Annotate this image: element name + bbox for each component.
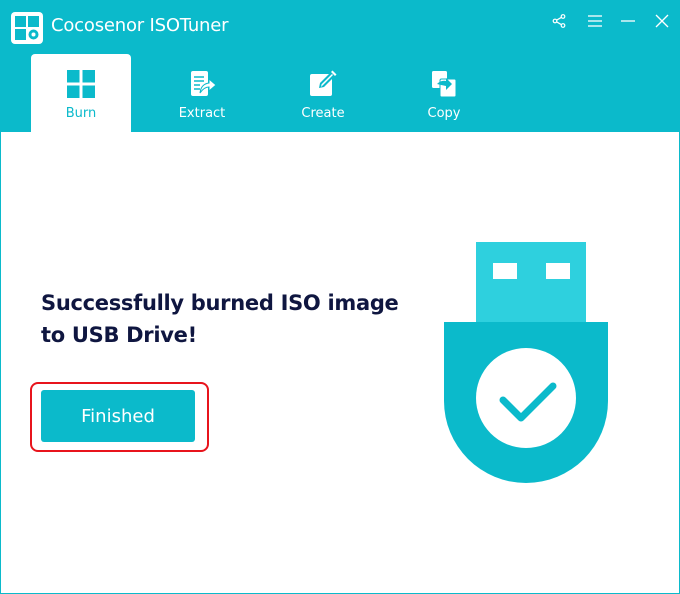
- copy-icon: [432, 71, 457, 98]
- app-title: Cocosenor ISOTuner: [51, 15, 229, 36]
- app-window: Cocosenor ISOTuner Burn Extract Create C…: [0, 0, 680, 594]
- success-message: Successfully burned ISO image to USB Dri…: [41, 287, 421, 351]
- success-message-line2: to USB Drive!: [41, 323, 197, 347]
- tab-label: Burn: [65, 106, 97, 121]
- tab-label: Create: [301, 106, 345, 121]
- extract-icon: [191, 71, 217, 96]
- tab-burn[interactable]: Burn: [31, 54, 131, 132]
- app-logo-icon: [11, 12, 43, 44]
- tab-label: Copy: [427, 106, 461, 121]
- tab-label: Extract: [178, 106, 226, 121]
- menu-button[interactable]: [581, 9, 609, 33]
- minimize-button[interactable]: [614, 9, 642, 33]
- tab-create[interactable]: Create: [273, 54, 373, 132]
- usb-connector: [476, 242, 586, 322]
- usb-success-icon: [444, 242, 608, 483]
- menu-icon: [588, 15, 602, 27]
- edit-icon: [310, 70, 337, 96]
- success-message-line1: Successfully burned ISO image: [41, 291, 399, 315]
- minimize-icon: [621, 20, 635, 22]
- usb-slot-left: [493, 263, 517, 279]
- grid-icon: [67, 70, 95, 98]
- header-bar: Cocosenor ISOTuner Burn Extract Create C…: [1, 1, 680, 132]
- close-icon: [655, 14, 669, 28]
- share-button[interactable]: [545, 9, 573, 33]
- check-circle: [476, 348, 576, 448]
- share-icon: [552, 14, 566, 28]
- usb-slot-right: [546, 263, 570, 279]
- finished-button[interactable]: Finished: [41, 390, 195, 442]
- tab-copy[interactable]: Copy: [394, 54, 494, 132]
- tab-extract[interactable]: Extract: [152, 54, 252, 132]
- close-button[interactable]: [648, 9, 676, 33]
